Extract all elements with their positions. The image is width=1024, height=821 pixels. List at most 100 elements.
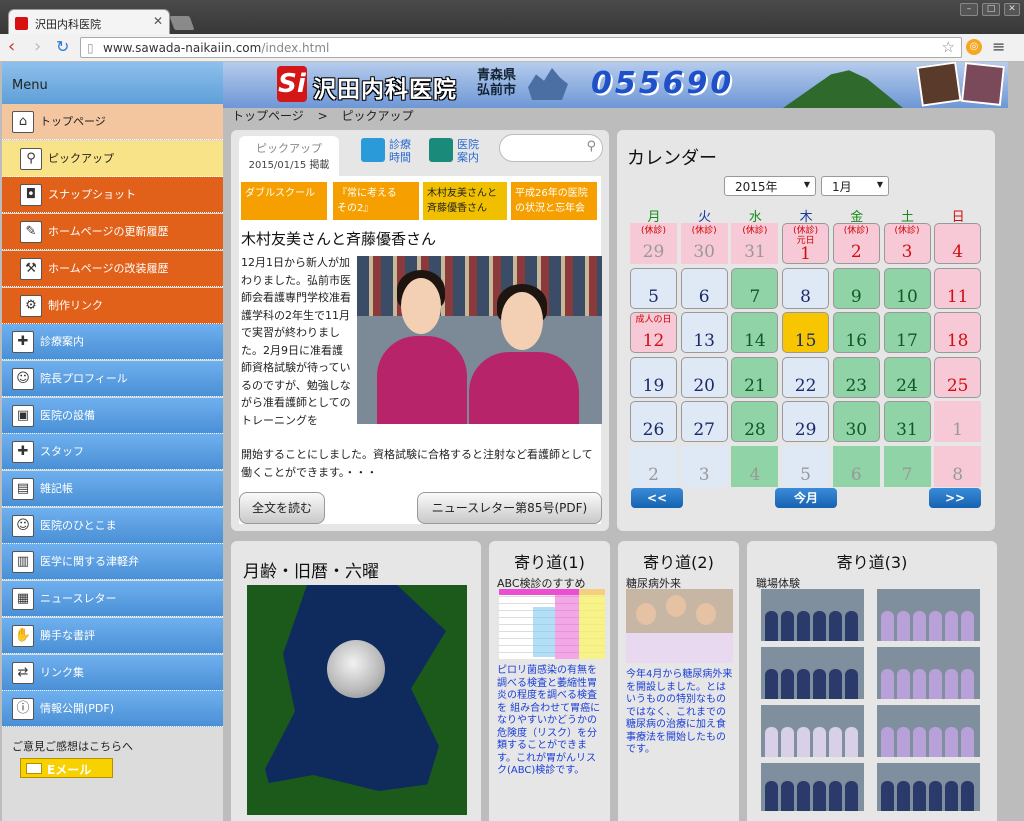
calendar-day[interactable]: 27 [680,401,728,442]
search-input[interactable]: ⚲ [499,134,603,162]
group-photo[interactable] [877,647,980,699]
calendar-day[interactable]: 29 [782,401,830,442]
topic-tab-3[interactable]: 木村友美さんと斉藤優香さん [423,182,507,220]
yorimichi1-panel[interactable]: 寄り道(1) ABC検診のすすめ ピロリ菌感染の有無を調べる検査と萎縮性胃炎の程… [489,541,610,821]
calendar-day[interactable]: 22 [782,356,830,398]
newsletter-button[interactable]: ニュースレター第85号(PDF) [417,492,602,524]
sidebar-item-3[interactable]: ✎ ホームページの更新履歴 [2,214,223,251]
yorimichi3-panel[interactable]: 寄り道(3) 職場体験 [747,541,997,821]
calendar-day[interactable]: (休診) 元日 1 [782,223,830,264]
sidebar-item-5[interactable]: ⚙ 制作リンク [2,287,223,324]
group-photo[interactable] [761,705,864,757]
calendar-day[interactable]: 19 [630,356,677,398]
browser-tab[interactable]: 沢田内科医院 ✕ [8,9,170,35]
sidebar-item-2[interactable]: ◘ スナップショット [2,177,223,214]
sidebar-item-8[interactable]: ▣ 医院の設備 [2,397,223,434]
calendar-day[interactable]: 24 [883,356,931,398]
clinic-info-link[interactable]: 医院 案内 [429,136,489,166]
calendar-day[interactable]: 10 [883,267,931,309]
calendar-day[interactable]: 23 [832,356,880,398]
calendar-day[interactable]: 28 [731,401,779,442]
close-tab-icon[interactable]: ✕ [153,14,163,28]
calendar-day[interactable]: (休診) 30 [680,223,728,264]
calendar-day[interactable]: 21 [731,356,779,398]
calendar-day[interactable]: 30 [832,401,880,442]
year-select[interactable]: 2015年 ▼ [724,176,816,196]
calendar-day[interactable]: 31 [883,401,931,442]
calendar-day[interactable]: 4 [731,445,779,487]
calendar-day[interactable]: (休診) 31 [731,223,779,264]
minimize-button[interactable]: – [960,3,978,16]
sidebar-item-11[interactable]: ☺ 医院のひとこま [2,507,223,544]
sidebar-item-16[interactable]: ⓘ 情報公開(PDF) [2,691,223,728]
breadcrumb-home[interactable]: トップページ [232,109,304,123]
calendar-day[interactable]: 6 [832,445,880,487]
calendar-day[interactable]: 20 [680,356,728,398]
sidebar-item-1[interactable]: ⚲ ピックアップ [2,140,223,177]
calendar-day[interactable]: 18 [934,312,982,353]
sidebar-item-7[interactable]: ☺ 院長プロフィール [2,360,223,397]
sidebar-item-15[interactable]: ⇄ リンク集 [2,654,223,691]
calendar-day[interactable]: 2 [630,445,677,487]
search-icon[interactable]: ⚲ [586,139,596,154]
back-icon[interactable]: ‹ [8,38,15,56]
maximize-button[interactable]: □ [982,3,1000,16]
this-month-button[interactable]: 今月 [775,488,837,508]
group-photo[interactable] [877,589,980,641]
sidebar-item-0[interactable]: ⌂ トップページ [2,104,223,140]
calendar-day[interactable]: 5 [782,445,830,487]
calendar-day[interactable]: 14 [731,312,779,353]
prev-month-button[interactable]: << [631,488,683,508]
group-photo[interactable] [877,763,980,811]
sidebar-item-9[interactable]: ✚ スタッフ [2,434,223,471]
calendar-day[interactable]: 8 [782,267,830,309]
calendar-day[interactable]: (休診) 3 [883,223,931,264]
calendar-day[interactable]: 11 [934,267,982,309]
sidebar-item-12[interactable]: ▥ 医学に関する津軽弁 [2,544,223,581]
calendar-day[interactable]: (休診) 29 [630,223,677,264]
sidebar-item-14[interactable]: ✋ 勝手な書評 [2,617,223,654]
browser-menu-icon[interactable]: ≡ [992,37,1005,56]
next-month-button[interactable]: >> [929,488,981,508]
forward-icon[interactable]: › [34,38,41,56]
extension-icon[interactable]: ◎ [966,39,982,55]
calendar-day[interactable]: 25 [934,356,982,398]
group-photo[interactable] [761,763,864,811]
calendar-day[interactable]: 15 [782,312,830,353]
calendar-day[interactable]: 5 [630,267,677,309]
close-window-button[interactable]: ✕ [1004,3,1020,16]
calendar-day[interactable]: (休診) 2 [832,223,880,264]
calendar-day[interactable]: 3 [680,445,728,487]
yorimichi2-panel[interactable]: 寄り道(2) 糖尿病外来 今年4月から糖尿病外来を開設しました。とはいうものの特… [618,541,739,821]
topic-tab-4[interactable]: 平成26年の医院の状況と忘年会 [511,182,597,220]
calendar-day[interactable]: 26 [630,401,677,442]
bookmark-star-icon[interactable]: ☆ [942,38,955,56]
calendar-day[interactable]: 17 [883,312,931,353]
sidebar-item-6[interactable]: ✚ 診療案内 [2,324,223,361]
email-button[interactable]: Eメール [20,758,113,778]
calendar-day[interactable]: 成人の日 12 [630,312,677,353]
calendar-day[interactable]: 8 [934,445,982,487]
topic-tab-1[interactable]: ダブルスクール [241,182,327,220]
calendar-day[interactable]: 16 [832,312,880,353]
sidebar-item-10[interactable]: ▤ 雑記帳 [2,471,223,507]
sidebar-item-4[interactable]: ⚒ ホームページの改装履歴 [2,250,223,287]
new-tab-button[interactable] [169,16,195,30]
calendar-day[interactable]: 6 [680,267,728,309]
group-photo[interactable] [877,705,980,757]
group-photo[interactable] [761,589,864,641]
calendar-day[interactable]: 4 [934,223,982,264]
reload-icon[interactable]: ↻ [56,38,69,56]
calendar-day[interactable]: 9 [832,267,880,309]
group-photo[interactable] [761,647,864,699]
calendar-day[interactable]: 7 [883,445,931,487]
address-bar[interactable]: ▯ www.sawada-naikaiin.com/index.html ☆ [80,37,962,58]
site-banner[interactable]: Si 沢田内科医院 青森県 弘前市 055690 [223,62,1008,108]
sidebar-item-13[interactable]: ▦ ニュースレター [2,581,223,618]
calendar-day[interactable]: 1 [934,401,982,442]
month-select[interactable]: 1月 ▼ [821,176,889,196]
calendar-day[interactable]: 7 [731,267,779,309]
calendar-day[interactable]: 13 [680,312,728,353]
pickup-tab[interactable]: ピックアップ 2015/01/15 掲載 [239,136,339,176]
hours-link[interactable]: 診療 時間 [361,136,421,166]
